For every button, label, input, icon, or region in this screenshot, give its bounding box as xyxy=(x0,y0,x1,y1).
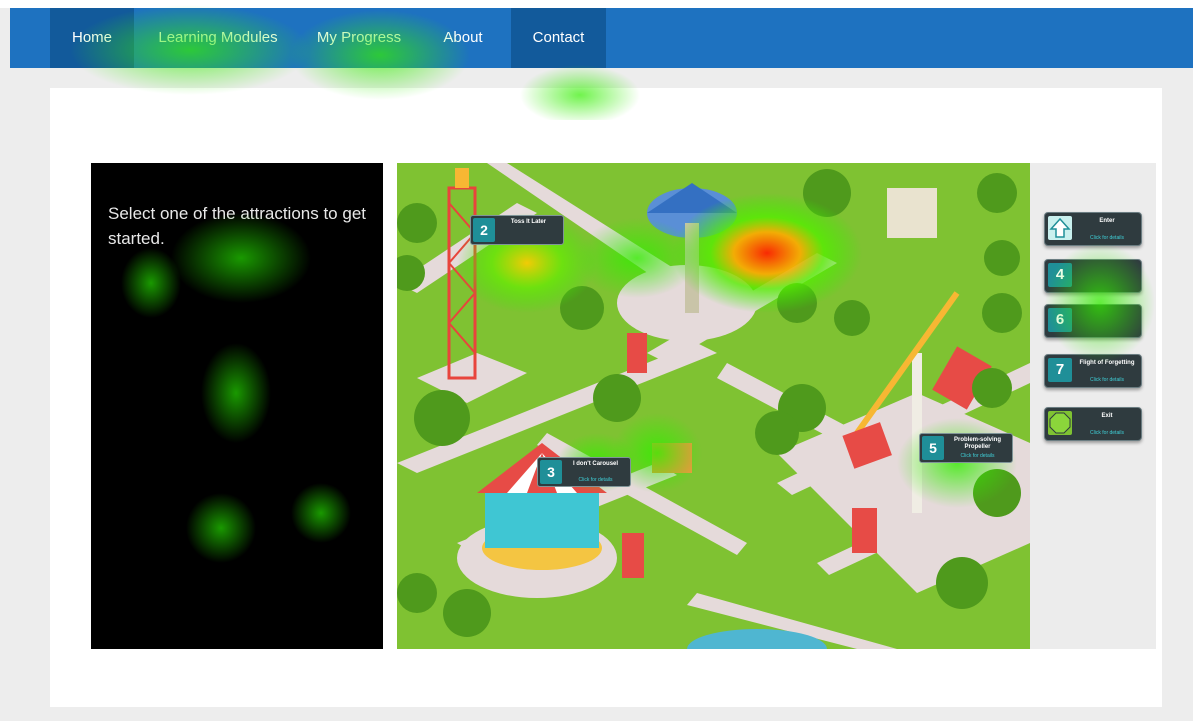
nav-home[interactable]: Home xyxy=(50,8,134,68)
amusement-park-map[interactable]: 2 Toss It Later 3 I don't Carousel Click… xyxy=(397,163,1030,649)
side-item-4[interactable]: 4 xyxy=(1044,259,1142,293)
side-item-6[interactable]: 6 xyxy=(1044,304,1142,338)
main-navbar: Home Learning Modules My Progress About … xyxy=(10,8,1193,68)
exit-button[interactable]: Exit Click for details xyxy=(1044,407,1142,441)
attraction-side-menu: Enter Click for details 4 6 7 Flight of … xyxy=(1030,163,1156,649)
nav-learning-modules[interactable]: Learning Modules xyxy=(136,8,300,68)
up-arrow-icon xyxy=(1048,216,1072,240)
side-item-7[interactable]: 7 Flight of Forgetting Click for details xyxy=(1044,354,1142,388)
content-card: Select one of the attractions to get sta… xyxy=(50,88,1162,707)
nav-my-progress[interactable]: My Progress xyxy=(302,8,416,68)
top-strip xyxy=(0,0,1193,8)
nav-about[interactable]: About xyxy=(418,8,508,68)
attraction-label-5[interactable]: 5 Problem-solving Propeller Click for de… xyxy=(919,433,1013,463)
instruction-text: Select one of the attractions to get sta… xyxy=(108,204,366,248)
nav-contact[interactable]: Contact xyxy=(511,8,606,68)
instruction-panel: Select one of the attractions to get sta… xyxy=(91,163,383,649)
enter-button[interactable]: Enter Click for details xyxy=(1044,212,1142,246)
attraction-label-2[interactable]: 2 Toss It Later xyxy=(470,215,564,245)
attraction-label-3[interactable]: 3 I don't Carousel Click for details xyxy=(537,457,631,487)
stop-octagon-icon xyxy=(1048,411,1072,435)
